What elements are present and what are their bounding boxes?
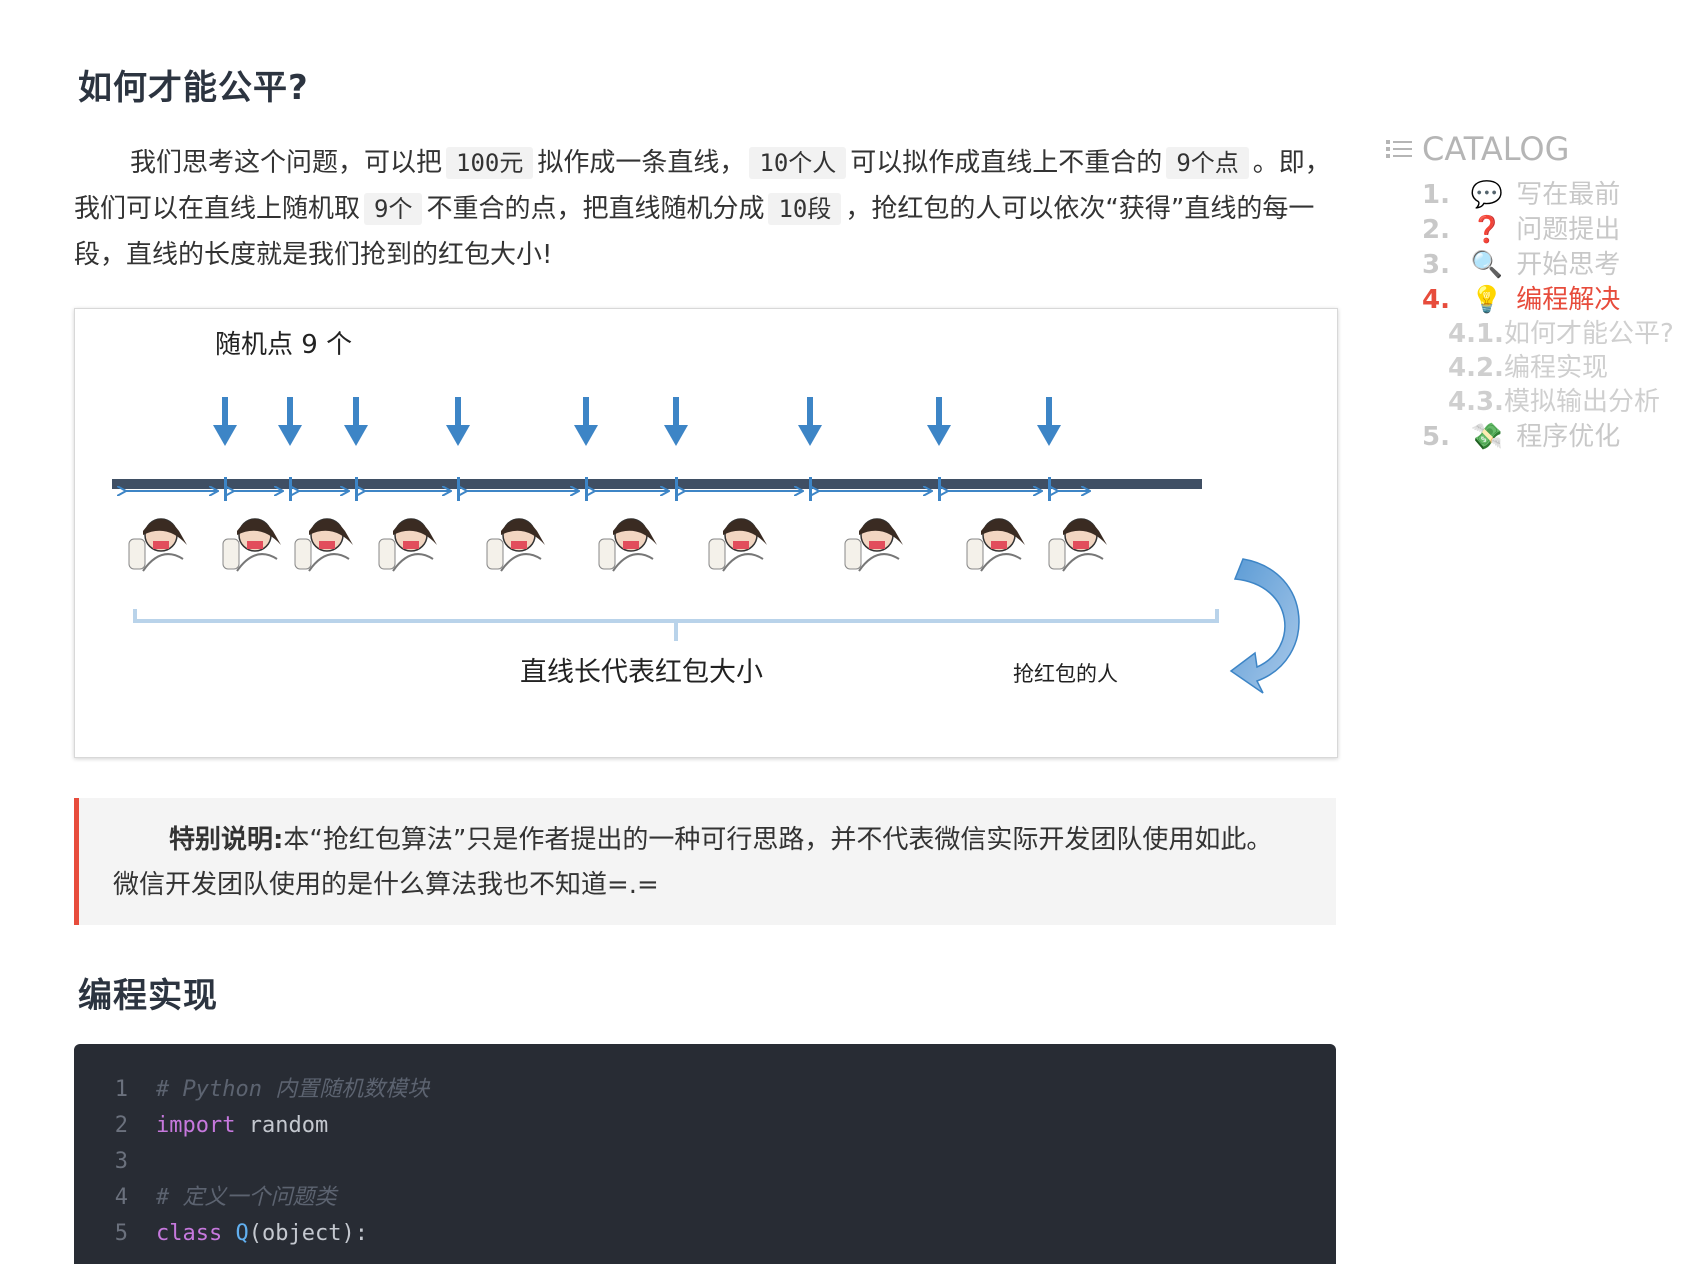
para-text: 不重合的点，把直线随机分成 bbox=[426, 194, 765, 224]
list-icon bbox=[1386, 130, 1414, 168]
down-arrow-icon bbox=[1037, 397, 1061, 446]
segment-tick bbox=[809, 477, 812, 501]
toc-subitem-output-analysis[interactable]: 4.3.模拟输出分析 bbox=[1448, 381, 1660, 418]
code-line: 5 class Q(object): bbox=[74, 1216, 1336, 1252]
question-mark-icon: ❓ bbox=[1470, 215, 1504, 245]
down-arrow-icon bbox=[574, 397, 598, 446]
note-text: 本“抢红包算法”只是作者提出的一种可行思路，并不代表微信实际开发团队使用如此。微… bbox=[113, 825, 1273, 900]
code-line: 2 import random bbox=[74, 1108, 1336, 1144]
person-icon bbox=[486, 518, 545, 572]
down-arrow-icon bbox=[278, 397, 302, 446]
down-arrow-icon bbox=[446, 397, 470, 446]
code-line: 4 # 定义一个问题类 bbox=[74, 1180, 1336, 1216]
line-number: 5 bbox=[114, 1221, 128, 1246]
grabber-label: 抢红包的人 bbox=[1013, 662, 1118, 686]
down-arrow-icon bbox=[927, 397, 951, 446]
code-text: random bbox=[235, 1113, 329, 1138]
down-arrow-icon bbox=[798, 397, 822, 446]
segment-tick bbox=[355, 477, 358, 501]
code-keyword: class bbox=[156, 1221, 223, 1246]
person-icon bbox=[294, 518, 353, 572]
person-icon bbox=[128, 518, 187, 572]
segment-tick bbox=[675, 477, 678, 501]
curved-arrow-icon bbox=[1229, 558, 1300, 694]
line-number: 3 bbox=[114, 1149, 128, 1174]
down-arrow-icon bbox=[213, 397, 237, 446]
down-arrows bbox=[213, 397, 1061, 446]
catalog-title: CATALOG bbox=[1386, 130, 1569, 168]
red-envelope-diagram: 随机点 9 个 直线长代表红包大小 抢红包的人 bbox=[74, 308, 1338, 758]
person-icon bbox=[378, 518, 437, 572]
line-number: 4 bbox=[114, 1185, 128, 1210]
section-heading-fairness: 如何才能公平? bbox=[78, 68, 309, 108]
note-label: 特别说明: bbox=[169, 825, 284, 855]
special-note-callout: 特别说明:本“抢红包算法”只是作者提出的一种可行思路，并不代表微信实际开发团队使… bbox=[74, 798, 1336, 925]
code-keyword: import bbox=[156, 1113, 236, 1138]
toc-item-thinking[interactable]: 3. 🔍 开始思考 bbox=[1422, 244, 1620, 281]
line-number: 1 bbox=[114, 1077, 128, 1102]
para-text: 我们思考这个问题，可以把 bbox=[130, 148, 443, 178]
people-icons bbox=[128, 518, 1107, 572]
person-icon bbox=[844, 518, 903, 572]
light-bulb-icon: 💡 bbox=[1470, 285, 1504, 315]
code-text: (object): bbox=[248, 1221, 368, 1246]
inline-code-100yuan: 100元 bbox=[446, 147, 534, 179]
segment-tick bbox=[1048, 477, 1051, 501]
magnifier-icon: 🔍 bbox=[1470, 250, 1504, 280]
toc-item-problem[interactable]: 2. ❓ 问题提出 bbox=[1422, 209, 1620, 246]
line-number: 2 bbox=[114, 1113, 128, 1138]
segment-tick bbox=[585, 477, 588, 501]
person-icon bbox=[708, 518, 767, 572]
toc-subitem-fairness[interactable]: 4.1.如何才能公平? bbox=[1448, 313, 1674, 350]
section-heading-implementation: 编程实现 bbox=[78, 976, 218, 1016]
toc-item-optimization[interactable]: 5. 💸 程序优化 bbox=[1422, 416, 1620, 453]
person-icon bbox=[1048, 518, 1107, 572]
note-paragraph: 特别说明:本“抢红包算法”只是作者提出的一种可行思路，并不代表微信实际开发团队使… bbox=[113, 818, 1293, 908]
code-line: 3 bbox=[74, 1144, 1336, 1180]
person-icon bbox=[966, 518, 1025, 572]
code-comment: # 定义一个问题类 bbox=[156, 1185, 337, 1210]
down-arrow-icon bbox=[344, 397, 368, 446]
inline-code-10segments: 10段 bbox=[768, 193, 842, 225]
speech-bubble-icon: 💬 bbox=[1470, 180, 1504, 210]
line-length-label: 直线长代表红包大小 bbox=[520, 657, 763, 688]
inline-code-9points: 9个点 bbox=[1166, 147, 1249, 179]
random-points-label: 随机点 9 个 bbox=[215, 330, 352, 360]
code-class-name: Q bbox=[222, 1221, 249, 1246]
toc-item-write-first[interactable]: 1. 💬 写在最前 bbox=[1422, 174, 1620, 211]
inline-code-9: 9个 bbox=[364, 193, 423, 225]
code-comment: # Python 内置随机数模块 bbox=[156, 1077, 430, 1102]
number-line bbox=[112, 479, 1202, 489]
segment-tick bbox=[457, 477, 460, 501]
code-block[interactable]: 1 # Python 内置随机数模块 2 import random 3 4 #… bbox=[74, 1044, 1336, 1264]
para-text: 拟作成一条直线， bbox=[537, 148, 746, 178]
toc-subitem-implementation[interactable]: 4.2.编程实现 bbox=[1448, 347, 1608, 384]
person-icon bbox=[598, 518, 657, 572]
segment-tick bbox=[289, 477, 292, 501]
intro-paragraph: 我们思考这个问题，可以把 100元 拟作成一条直线， 10个人 可以拟作成直线上不重合的… bbox=[74, 140, 1338, 278]
down-arrow-icon bbox=[664, 397, 688, 446]
para-text: 可以拟作成直线上不重合的 bbox=[850, 148, 1163, 178]
length-bracket bbox=[133, 609, 1219, 641]
person-icon bbox=[222, 518, 281, 572]
segment-tick bbox=[938, 477, 941, 501]
segment-tick bbox=[224, 477, 227, 501]
diagram-svg: 随机点 9 个 直线长代表红包大小 抢红包的人 bbox=[112, 330, 1300, 694]
money-with-wings-icon: 💸 bbox=[1470, 422, 1504, 452]
code-line: 1 # Python 内置随机数模块 bbox=[74, 1072, 1336, 1108]
toc-item-programming-solution[interactable]: 4. 💡 编程解决 bbox=[1422, 279, 1620, 316]
inline-code-10people: 10个人 bbox=[749, 147, 847, 179]
